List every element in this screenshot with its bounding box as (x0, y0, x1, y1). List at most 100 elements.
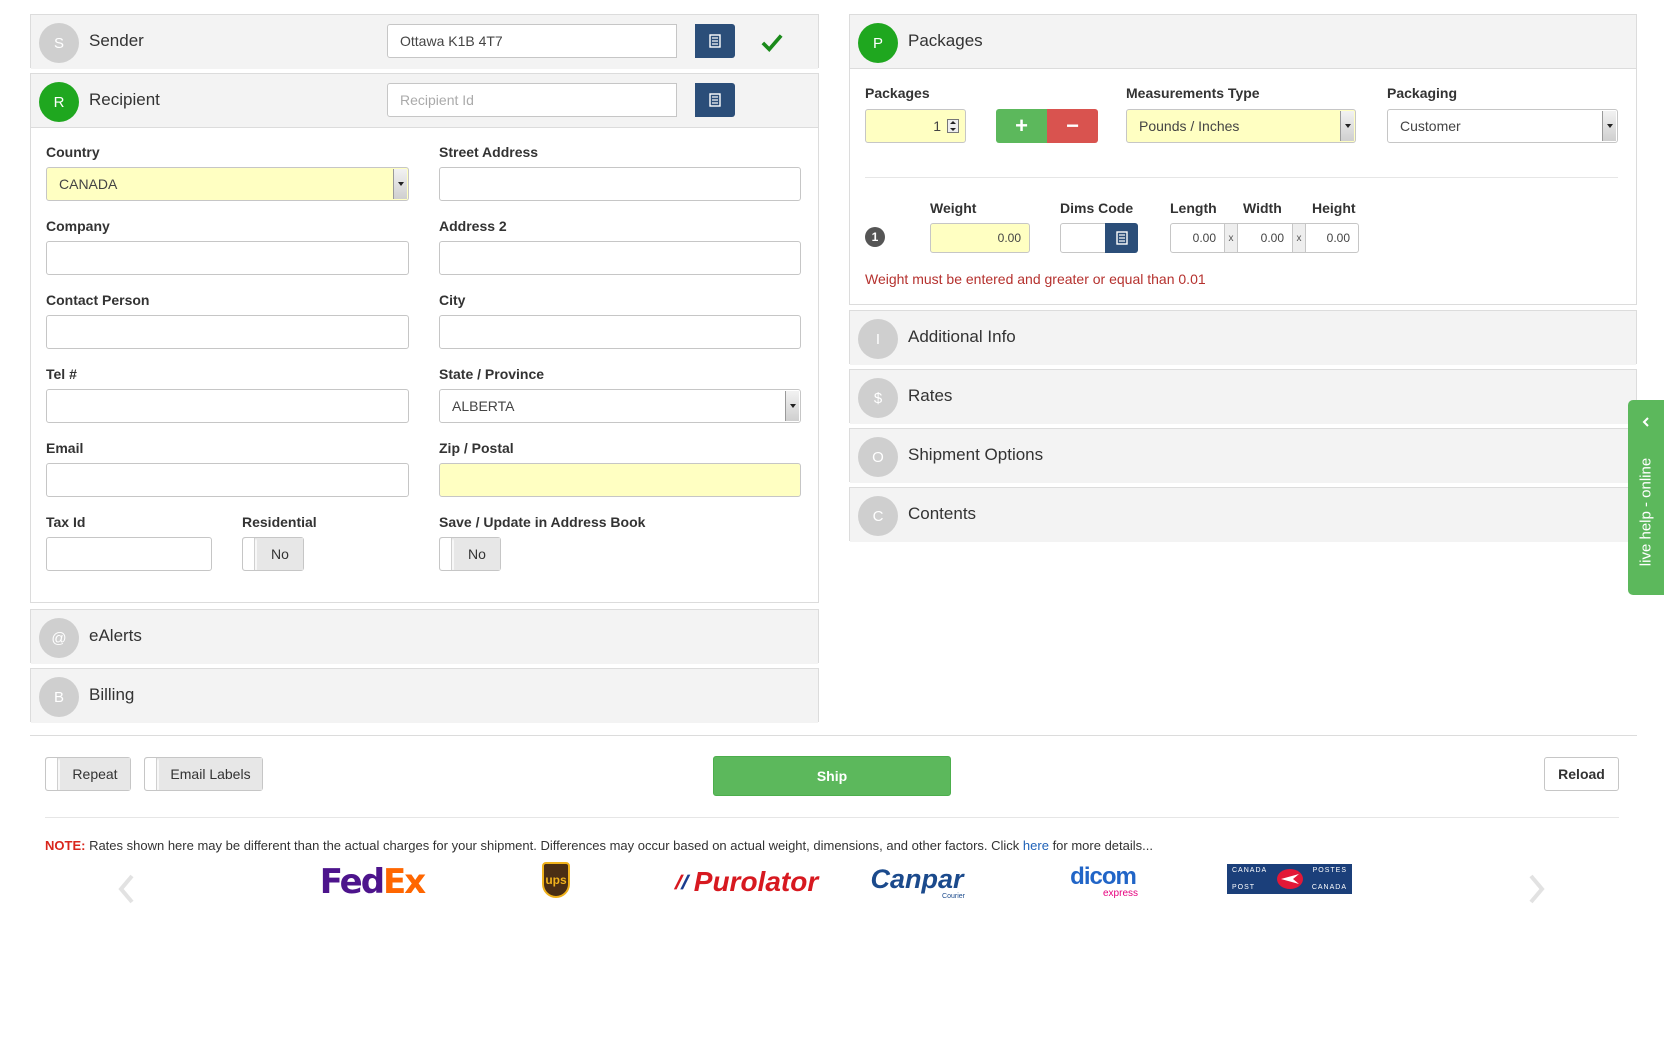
sender-address-input[interactable]: Ottawa K1B 4T7 (387, 24, 677, 58)
billing-badge: B (39, 677, 79, 717)
street-input[interactable] (439, 167, 801, 201)
height-input[interactable]: 0.00 (1305, 223, 1359, 253)
note-details-link[interactable]: here (1023, 838, 1049, 853)
recipient-id-input[interactable]: Recipient Id (387, 83, 677, 117)
email-input[interactable] (46, 463, 409, 497)
zip-input[interactable] (439, 463, 801, 497)
taxid-label: Tax Id (46, 514, 86, 530)
width-label: Width (1243, 200, 1282, 216)
toggle-knob (46, 758, 58, 790)
dims-code-input[interactable] (1060, 223, 1106, 253)
city-input[interactable] (439, 315, 801, 349)
company-input[interactable] (46, 241, 409, 275)
email-label: Email (46, 440, 84, 456)
dimension-separator: x (1225, 223, 1237, 253)
sender-header[interactable]: S Sender Ottawa K1B 4T7 (31, 15, 818, 69)
toggle-knob (145, 758, 157, 790)
email-labels-toggle[interactable]: Email Labels (144, 757, 263, 791)
residential-label: Residential (242, 514, 317, 530)
save-address-toggle[interactable]: No (439, 537, 501, 571)
width-input[interactable]: 0.00 (1237, 223, 1293, 253)
chevron-left-icon (1642, 417, 1649, 427)
purolator-logo-text: Purolator (693, 866, 819, 897)
ealerts-badge: @ (39, 618, 79, 658)
billing-title: Billing (89, 685, 135, 704)
ealerts-panel: @ eAlerts (30, 609, 819, 664)
shipment-options-panel: O Shipment Options (849, 428, 1637, 483)
weight-input[interactable]: 0.00 (930, 223, 1030, 253)
address-book-icon (709, 34, 721, 48)
save-address-value: No (454, 538, 500, 570)
check-icon (761, 34, 783, 53)
length-input[interactable]: 0.00 (1170, 223, 1225, 253)
list-icon (1115, 231, 1128, 245)
recipient-address-book-button[interactable] (695, 83, 735, 117)
contact-label: Contact Person (46, 292, 150, 308)
add-package-button[interactable]: + (996, 109, 1047, 143)
ealerts-header[interactable]: @ eAlerts (31, 610, 818, 664)
packaging-select[interactable]: Customer (1387, 109, 1618, 143)
carousel-prev-icon[interactable] (117, 874, 137, 904)
actions-divider (30, 735, 1637, 736)
spinner-icon (947, 119, 959, 133)
packages-header[interactable]: P Packages (850, 15, 1636, 69)
country-select[interactable]: CANADA (46, 167, 409, 201)
measurements-label: Measurements Type (1126, 85, 1260, 101)
packages-count-stepper[interactable]: 1 (865, 109, 966, 143)
canpar-logo-text: Canpar (870, 863, 964, 894)
billing-header[interactable]: B Billing (31, 669, 818, 723)
contents-header[interactable]: C Contents (850, 488, 1636, 542)
additional-info-title: Additional Info (908, 327, 1016, 346)
state-label: State / Province (439, 366, 545, 382)
tel-input[interactable] (46, 389, 409, 423)
residential-toggle[interactable]: No (242, 537, 304, 571)
sender-address-book-button[interactable] (695, 24, 735, 58)
recipient-id-placeholder: Recipient Id (400, 92, 474, 108)
canada-post-emblem-icon (1276, 869, 1303, 889)
additional-info-panel: I Additional Info (849, 310, 1637, 365)
recipient-header[interactable]: R Recipient Recipient Id (31, 74, 818, 128)
divider (865, 177, 1618, 178)
toggle-knob (243, 538, 255, 570)
rates-badge: $ (858, 378, 898, 418)
dims-code-lookup-button[interactable] (1105, 223, 1138, 253)
canada-post-logo: CANADA POSTES POST CANADA (1227, 864, 1352, 894)
state-value: ALBERTA (452, 398, 515, 414)
contents-panel: C Contents (849, 487, 1637, 542)
fedex-logo-fed: Fed (319, 862, 385, 902)
live-help-tab[interactable]: live help - online (1628, 400, 1664, 595)
canada-post-text-tl: CANADA (1232, 867, 1268, 874)
rates-panel: $ Rates (849, 369, 1637, 424)
address2-input[interactable] (439, 241, 801, 275)
canada-post-text-tr: POSTES (1312, 867, 1347, 874)
weight-error-message: Weight must be entered and greater or eq… (865, 271, 1206, 287)
chevron-down-icon (785, 391, 799, 421)
rates-header[interactable]: $ Rates (850, 370, 1636, 424)
shipment-options-header[interactable]: O Shipment Options (850, 429, 1636, 483)
residential-value: No (257, 538, 303, 570)
contents-badge: C (858, 496, 898, 536)
zip-label: Zip / Postal (439, 440, 514, 456)
sender-title: Sender (89, 31, 144, 50)
packages-badge: P (858, 23, 898, 63)
additional-info-header[interactable]: I Additional Info (850, 311, 1636, 365)
contact-input[interactable] (46, 315, 409, 349)
address-book-icon (709, 93, 721, 107)
measurements-value: Pounds / Inches (1139, 118, 1240, 134)
recipient-badge: R (39, 82, 79, 122)
note-text: Rates shown here may be different than t… (85, 838, 1023, 853)
save-address-label: Save / Update in Address Book (439, 514, 646, 530)
repeat-toggle[interactable]: Repeat (45, 757, 131, 791)
carousel-next-icon[interactable] (1526, 874, 1546, 904)
dims-code-label: Dims Code (1060, 200, 1134, 216)
chevron-down-icon (1340, 111, 1354, 141)
ship-button[interactable]: Ship (713, 756, 951, 796)
measurements-select[interactable]: Pounds / Inches (1126, 109, 1356, 143)
canada-post-text-br: CANADA (1311, 884, 1347, 891)
email-labels-label: Email Labels (159, 758, 262, 790)
remove-package-button[interactable]: − (1047, 109, 1098, 143)
shipment-options-badge: O (858, 437, 898, 477)
reload-button[interactable]: Reload (1544, 757, 1619, 791)
state-select[interactable]: ALBERTA (439, 389, 801, 423)
taxid-input[interactable] (46, 537, 212, 571)
